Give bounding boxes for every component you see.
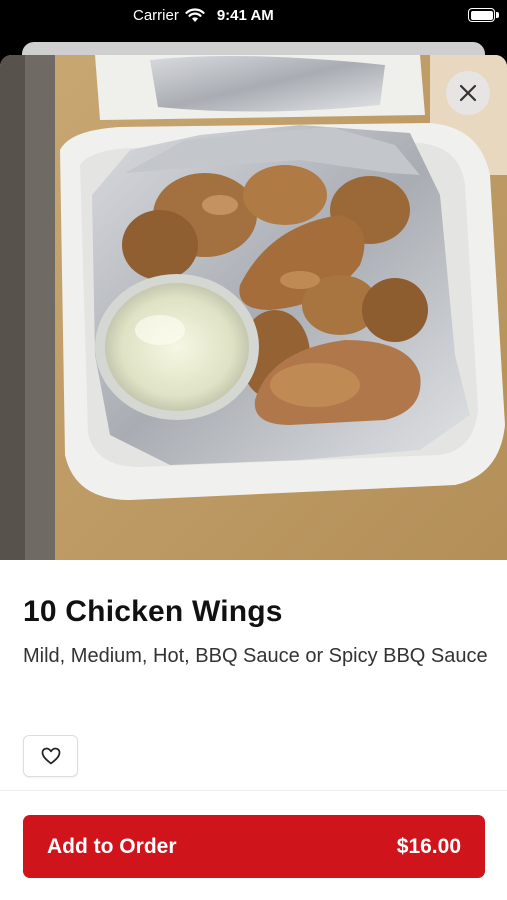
item-photo [0,55,507,560]
status-bar: Carrier 9:41 AM [0,0,507,40]
battery-cap [496,12,499,18]
close-button[interactable] [446,71,490,115]
wifi-icon [185,8,205,22]
add-to-order-button[interactable]: Add to Order $16.00 [23,815,485,878]
favorite-button[interactable] [23,735,78,777]
divider [0,790,507,791]
close-icon [459,84,477,102]
heart-icon [41,747,60,765]
item-title: 10 Chicken Wings [23,595,283,628]
price-label: $16.00 [396,834,461,858]
add-to-order-label: Add to Order [47,834,177,858]
battery-icon [468,8,495,22]
status-left: Carrier 9:41 AM [133,7,274,24]
status-time: 9:41 AM [216,7,274,24]
item-detail-sheet: 10 Chicken Wings Mild, Medium, Hot, BBQ … [0,55,507,900]
item-description: Mild, Medium, Hot, BBQ Sauce or Spicy BB… [23,645,488,667]
carrier-label: Carrier [133,7,179,24]
